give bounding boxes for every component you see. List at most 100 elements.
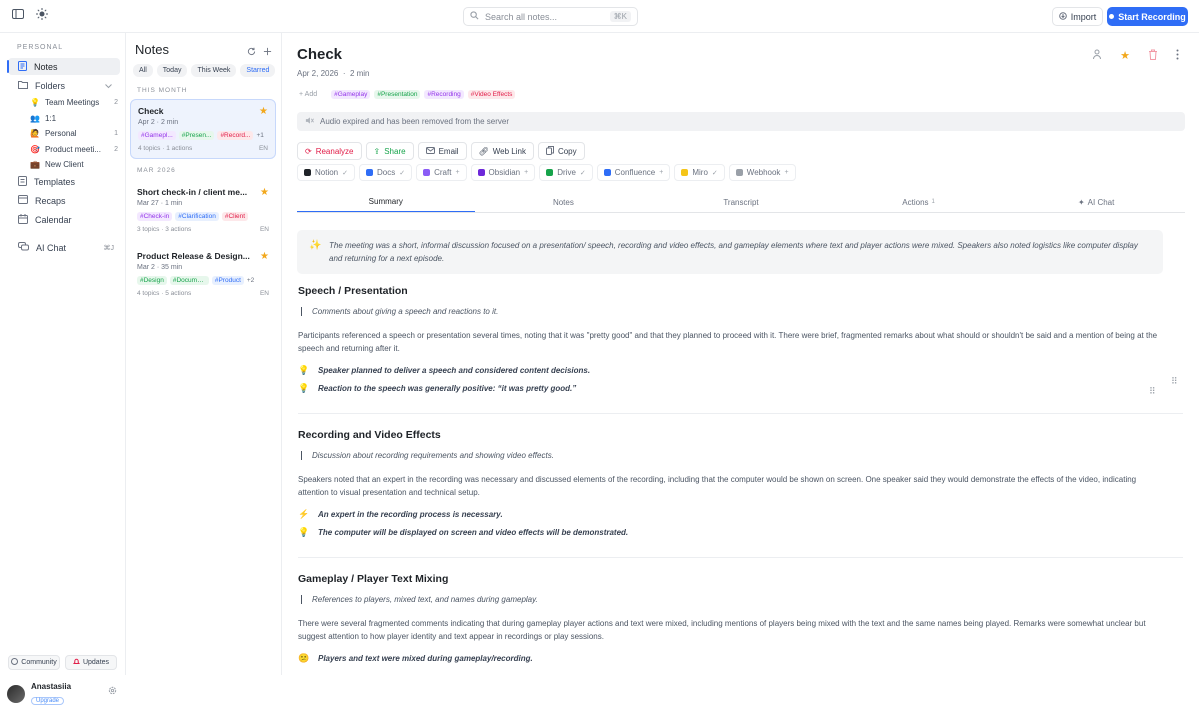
note-card-duration: 35 min (161, 264, 183, 271)
tab-transcript[interactable]: Transcript (652, 192, 830, 212)
tag-video-effects[interactable]: #Video Effects (467, 90, 516, 99)
recaps-icon (18, 195, 28, 206)
share-button[interactable]: ⇪ Share (365, 142, 414, 160)
tag-gameplay[interactable]: #Gameplay (331, 90, 371, 99)
calendar-icon (18, 213, 28, 226)
share-icon: ⇪ (373, 146, 381, 156)
language-badge: EN (258, 145, 268, 152)
notes-icon (18, 60, 27, 73)
drag-handle-icon[interactable]: ⠿ (1149, 386, 1156, 397)
integration-confluence[interactable]: Confluence + (596, 164, 671, 181)
add-note-icon[interactable] (263, 45, 272, 59)
note-card-duration: 2 min (160, 119, 179, 126)
note-card-short-check-in[interactable]: Short check-in / client me... ★ Mar 27 ·… (130, 181, 276, 239)
add-tag-button[interactable]: + Add (299, 91, 317, 98)
tag-recording[interactable]: #Recording (424, 90, 464, 99)
integration-drive[interactable]: Drive ✓ (539, 164, 593, 181)
tab-ai-chat[interactable]: ✦ AI Chat (1007, 192, 1185, 212)
filter-starred[interactable]: Starred (240, 64, 276, 77)
filter-this-week[interactable]: This Week (191, 64, 237, 77)
sidebar-item-ai-chat[interactable]: AI Chat ⌘J (8, 239, 120, 256)
tag: #Design (137, 276, 167, 285)
copy-button[interactable]: Copy (537, 142, 585, 160)
community-icon (11, 658, 19, 667)
search-input[interactable]: Search all notes... ⌘K (463, 7, 638, 26)
lightbulb-icon: 💡 (298, 383, 310, 393)
community-button[interactable]: Community (8, 655, 60, 670)
summary-section: Speech / Presentation Comments about giv… (298, 285, 1168, 394)
folder-icon (18, 80, 28, 91)
upgrade-badge[interactable]: Upgrade (31, 697, 65, 705)
section-quote: Discussion about recording requirements … (301, 451, 1168, 460)
sidebar-toggle-icon[interactable] (12, 8, 24, 20)
sidebar-item-recaps[interactable]: Recaps (8, 192, 120, 209)
section-heading: Recording and Video Effects (298, 429, 441, 441)
audio-expired-notice: Audio expired and has been removed from … (297, 112, 1185, 131)
share-label: Share (384, 146, 406, 156)
settings-gear-icon[interactable] (108, 686, 117, 695)
refresh-icon[interactable] (247, 45, 256, 59)
integration-webhook[interactable]: Webhook + (728, 164, 796, 181)
bell-icon (72, 658, 80, 667)
tab-actions[interactable]: Actions 1 (830, 192, 1008, 212)
filter-all[interactable]: All (133, 64, 153, 77)
start-recording-button[interactable]: Start Recording (1107, 7, 1188, 26)
chevron-down-icon[interactable] (105, 81, 112, 91)
trash-icon[interactable] (1148, 49, 1158, 63)
topics-count: 3 topics (137, 226, 160, 233)
web-link-button[interactable]: 🔗︎ Web Link (470, 142, 534, 160)
star-icon[interactable]: ★ (259, 106, 268, 117)
copy-label: Copy (557, 146, 577, 156)
folder-item-1on1[interactable]: 👥 1:1 (30, 111, 118, 125)
reanalyze-button[interactable]: ⟳ Reanalyze (297, 142, 362, 160)
tag-presentation[interactable]: #Presentation (374, 90, 421, 99)
more-options-icon[interactable] (1176, 49, 1179, 63)
sidebar-item-folders[interactable]: Folders (8, 77, 120, 94)
email-button[interactable]: Email (417, 142, 467, 160)
note-card-product-release[interactable]: Product Release & Design... ★ Mar 2 · 35… (130, 245, 276, 303)
integration-label: Obsidian (488, 168, 521, 177)
star-icon[interactable]: ★ (260, 251, 269, 262)
tab-label: Summary (368, 197, 403, 206)
section-heading: Speech / Presentation (298, 285, 408, 297)
user-profile[interactable]: Anastasiia Upgrade (7, 682, 71, 705)
sidebar-item-calendar[interactable]: Calendar (8, 211, 120, 228)
star-icon[interactable]: ★ (1120, 49, 1130, 63)
folder-item-personal[interactable]: 🙋 Personal 1 (30, 126, 118, 140)
filter-today[interactable]: Today (156, 64, 188, 77)
updates-button[interactable]: Updates (65, 655, 117, 670)
integration-status: + (659, 169, 664, 176)
section-paragraph: There were several fragmented comments i… (298, 619, 1146, 641)
user-name: Anastasiia (31, 682, 72, 691)
note-card-title: Product Release & Design... (137, 251, 250, 261)
top-bar: Search all notes... ⌘K Import Start Reco… (0, 0, 1199, 33)
star-icon[interactable]: ★ (260, 187, 269, 198)
theme-sun-icon[interactable] (36, 8, 48, 20)
integration-craft[interactable]: Craft + (416, 164, 467, 181)
note-title[interactable]: Check (297, 46, 342, 63)
craft-icon (423, 169, 431, 176)
sidebar-item-label: Notes (34, 61, 58, 72)
tab-summary[interactable]: Summary (297, 192, 475, 212)
drag-handle-icon[interactable]: ⠿ (1171, 376, 1178, 387)
sidebar-item-templates[interactable]: Templates (8, 173, 120, 190)
sidebar-item-notes[interactable]: Notes (7, 58, 120, 75)
folder-item-team-meetings[interactable]: 💡 Team Meetings 2 (30, 95, 118, 109)
key-point-text: Players and text were mixed during gamep… (318, 654, 533, 663)
key-point: 💡 Speaker planned to deliver a speech and… (298, 365, 1168, 376)
folder-item-product-meetings[interactable]: 🎯 Product meeti... 2 (30, 142, 118, 156)
people-icon[interactable] (1092, 49, 1102, 63)
folder-label: 1:1 (44, 113, 57, 123)
integration-notion[interactable]: Notion ✓ (297, 164, 355, 181)
integration-docs[interactable]: Docs ✓ (359, 164, 413, 181)
sidebar-item-label: Folders (35, 80, 66, 91)
note-card-check[interactable]: Check ★ Apr 2 · 2 min #Gamepl... #Presen… (130, 99, 276, 159)
import-button[interactable]: Import (1052, 7, 1103, 26)
folder-item-new-client[interactable]: 💼 New Client (30, 157, 118, 171)
obsidian-icon (477, 169, 485, 176)
tab-notes[interactable]: Notes (475, 192, 653, 212)
integration-miro[interactable]: Miro ✓ (674, 164, 725, 181)
mail-icon (425, 146, 435, 156)
summary-section: Recording and Video Effects Discussion a… (298, 429, 1168, 538)
integration-obsidian[interactable]: Obsidian + (470, 164, 536, 181)
